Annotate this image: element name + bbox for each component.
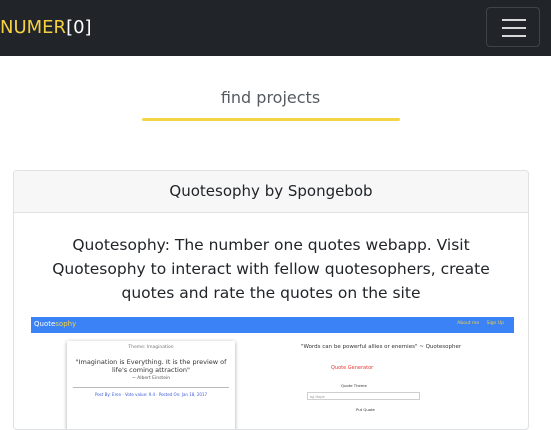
top-navbar: NUMER[0] bbox=[0, 0, 551, 56]
preview-generator-title: Quote Generator bbox=[331, 365, 374, 371]
project-card-description: Quotesophy: The number one quotes webapp… bbox=[52, 236, 490, 302]
brand-text-secondary: [0] bbox=[66, 17, 92, 38]
brand-text-primary: NUMER bbox=[0, 17, 67, 38]
hamburger-icon bbox=[502, 19, 526, 21]
preview-link-signup: Sign Up bbox=[486, 321, 504, 326]
preview-brand: Quotesophy bbox=[34, 319, 76, 330]
brand-logo[interactable]: NUMER[0] bbox=[0, 17, 92, 39]
preview-navbar: Quotesophy About me Sign Up bbox=[31, 317, 514, 333]
preview-link-about: About me bbox=[457, 321, 480, 326]
menu-toggle-button[interactable] bbox=[486, 7, 540, 47]
hamburger-icon-bar-bottom bbox=[502, 35, 526, 37]
preview-divider bbox=[73, 387, 229, 388]
preview-theme-label: Quote Theme bbox=[341, 383, 367, 388]
preview-brand-yellow: sophy bbox=[55, 320, 77, 328]
project-preview-image[interactable]: Quotesophy About me Sign Up Theme: Imagi… bbox=[31, 317, 514, 429]
hamburger-icon-bar-middle bbox=[502, 27, 526, 29]
section-title: find projects bbox=[220, 88, 321, 107]
preview-quote-card: Theme: Imagination "Imagination is Every… bbox=[67, 341, 235, 429]
preview-quote-author: ~ Albert Einstein bbox=[131, 376, 171, 381]
preview-quote-meta: Post By: Eren · Vote value: 9.4 · Posted… bbox=[94, 392, 208, 397]
preview-nav-links: About me Sign Up bbox=[451, 321, 504, 326]
preview-tagline: "Words can be powerful allies or enemies… bbox=[301, 344, 462, 350]
preview-brand-white: Quote bbox=[34, 320, 56, 328]
project-card: Quotesophy by Spongebob Quotesophy: The … bbox=[13, 170, 529, 430]
preview-quote-label: Put Quote bbox=[356, 407, 375, 412]
section-title-underline bbox=[142, 118, 400, 121]
preview-theme-input: eg Hope bbox=[307, 392, 420, 400]
preview-quote-text: "Imagination is Everything. It is the pr… bbox=[75, 358, 227, 374]
project-card-header: Quotesophy by Spongebob bbox=[14, 171, 528, 213]
preview-quote-theme: Theme: Imagination bbox=[128, 345, 174, 350]
